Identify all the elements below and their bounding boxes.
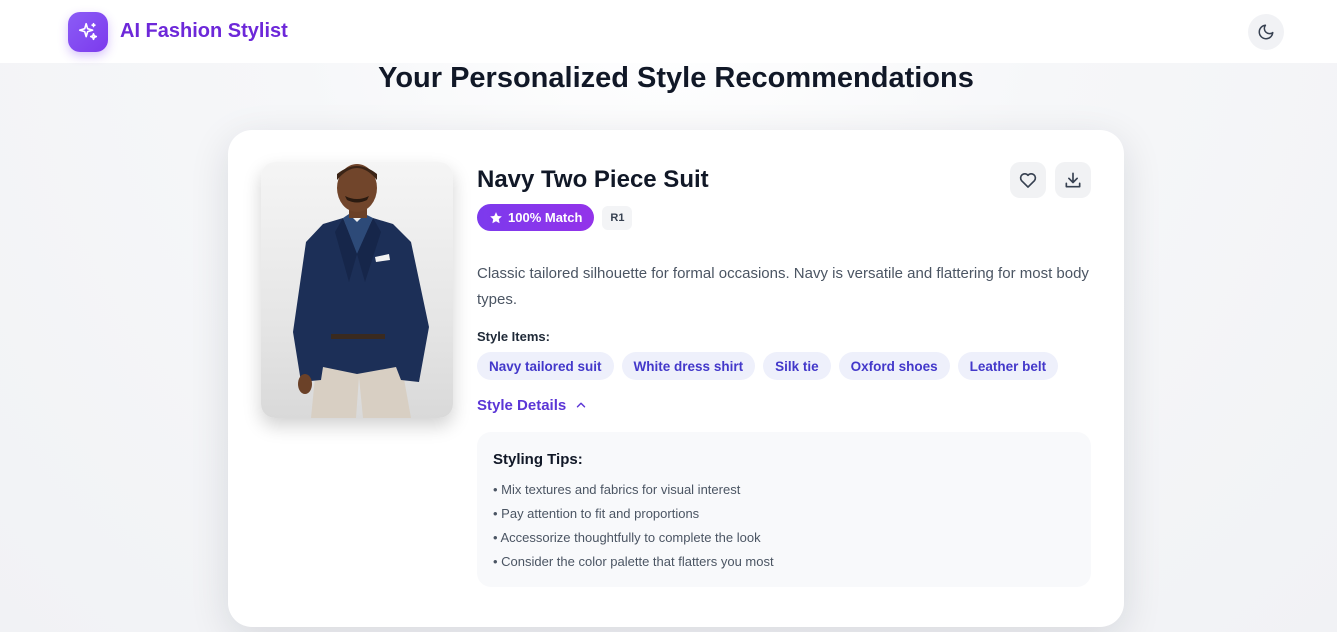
style-details-label: Style Details	[477, 396, 567, 414]
star-icon	[490, 211, 502, 223]
style-item-chip: Leather belt	[957, 352, 1059, 380]
style-item-chip: Oxford shoes	[838, 352, 950, 380]
style-item-chip: Silk tie	[763, 352, 831, 380]
page-title: Your Personalized Style Recommendations	[378, 62, 974, 94]
brand[interactable]: AI Fashion Stylist	[68, 11, 288, 52]
list-item: • Mix textures and fabrics for visual in…	[493, 482, 741, 497]
download-icon	[1065, 172, 1081, 188]
rank-badge: R1	[602, 205, 633, 230]
badges: 100% Match R1	[477, 204, 1091, 231]
app-name: AI Fashion Stylist	[120, 20, 288, 42]
match-badge: 100% Match	[477, 204, 595, 231]
style-item-chip: White dress shirt	[621, 352, 756, 380]
outfit-photo	[261, 162, 453, 418]
list-item: • Pay attention to fit and proportions	[493, 506, 700, 521]
top-header: AI Fashion Stylist	[0, 0, 1337, 63]
style-details-toggle[interactable]: Style Details	[477, 395, 1091, 415]
favorite-button[interactable]	[1010, 162, 1046, 198]
list-item: • Consider the color palette that flatte…	[493, 554, 774, 569]
styling-tips-panel: Styling Tips: • Mix textures and fabrics…	[477, 432, 1091, 587]
style-items-list: Navy tailored suit White dress shirt Sil…	[477, 352, 1091, 380]
styling-tips-title: Styling Tips:	[493, 451, 583, 468]
style-item-chip: Navy tailored suit	[477, 352, 614, 380]
styling-tips-list: • Mix textures and fabrics for visual in…	[493, 478, 1075, 574]
list-item: • Accessorize thoughtfully to complete t…	[493, 530, 761, 545]
match-label: 100% Match	[508, 210, 583, 225]
heart-icon	[1019, 173, 1037, 188]
moon-icon	[1258, 24, 1274, 39]
chevron-up-icon	[576, 402, 586, 408]
download-button[interactable]	[1055, 162, 1091, 198]
theme-toggle-button[interactable]	[1248, 13, 1284, 50]
recommendation-card: Navy Two Piece Suit 100% Match R1 Classi…	[228, 130, 1124, 627]
outfit-description: Classic tailored silhouette for formal o…	[477, 265, 1089, 308]
style-items-label: Style Items:	[477, 329, 550, 344]
card-actions	[1010, 162, 1091, 198]
recommendation-content: Navy Two Piece Suit 100% Match R1 Classi…	[477, 162, 1091, 587]
outfit-title: Navy Two Piece Suit	[477, 166, 709, 193]
sparkles-icon	[68, 11, 108, 52]
